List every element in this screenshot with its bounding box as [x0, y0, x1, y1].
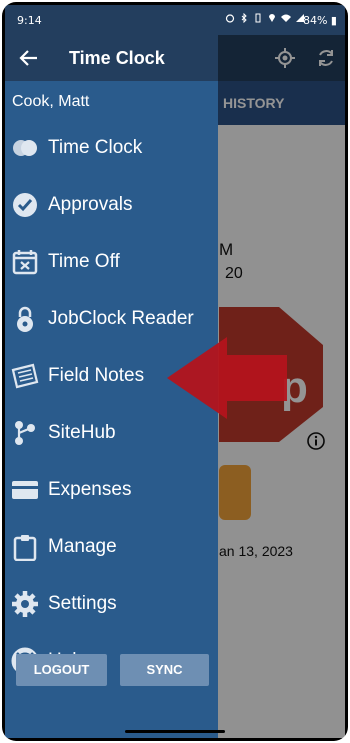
nav-item-manage[interactable]: Manage: [5, 518, 218, 575]
notepad-icon: [11, 363, 39, 388]
nav-item-expenses[interactable]: Expenses: [5, 461, 218, 518]
nav-label: Expenses: [48, 478, 132, 500]
battery-percent: 84%: [302, 14, 328, 27]
nav-item-time-off[interactable]: Time Off: [5, 233, 218, 290]
status-time: 9:14: [17, 14, 42, 27]
nav-label: Manage: [48, 535, 117, 557]
drawer-title: Time Clock: [69, 48, 165, 68]
nav-item-settings[interactable]: Settings: [5, 575, 218, 632]
status-icons: [225, 13, 305, 23]
logout-button[interactable]: LOGOUT: [16, 654, 107, 686]
nav-label: Field Notes: [48, 364, 145, 386]
battery-level: 84% ▮: [302, 14, 337, 27]
back-arrow-icon[interactable]: [17, 47, 39, 69]
wifi-icon: [281, 14, 291, 22]
gear-icon: [12, 590, 38, 617]
red-pointer-arrow: [167, 337, 287, 419]
phone-frame: 9:14 84% ▮ HISTORY M 20 p an 13, 2023 Ti…: [2, 2, 348, 741]
sync-button[interactable]: SYNC: [120, 654, 209, 686]
nav-item-approvals[interactable]: Approvals: [5, 176, 218, 233]
vibrate-icon: [255, 13, 261, 23]
bluetooth-icon: [241, 13, 247, 23]
share-nodes-icon: [15, 420, 35, 445]
home-indicator: [125, 730, 225, 733]
status-bar: 9:14 84% ▮: [5, 5, 345, 35]
toggle-circles-icon: [13, 139, 37, 156]
nav-label: Approvals: [48, 193, 133, 215]
drawer-header: Time Clock: [5, 35, 218, 81]
nav-label: SiteHub: [48, 421, 116, 443]
user-name: Cook, Matt: [12, 93, 90, 110]
alarm-icon: [225, 14, 235, 23]
nav-label: Settings: [48, 592, 117, 614]
nav-label: JobClock Reader: [48, 307, 194, 329]
clipboard-icon: [13, 534, 37, 561]
nav-label: Time Off: [48, 250, 120, 272]
location-icon: [269, 14, 275, 22]
credit-card-icon: [12, 480, 38, 499]
check-circle-icon: [13, 192, 37, 217]
screen: 9:14 84% ▮ HISTORY M 20 p an 13, 2023 Ti…: [5, 5, 345, 738]
nav-item-time-clock[interactable]: Time Clock: [5, 119, 218, 176]
nav-label: Time Clock: [48, 136, 143, 158]
padlock-icon: [17, 306, 33, 332]
calendar-x-icon: [12, 249, 38, 274]
